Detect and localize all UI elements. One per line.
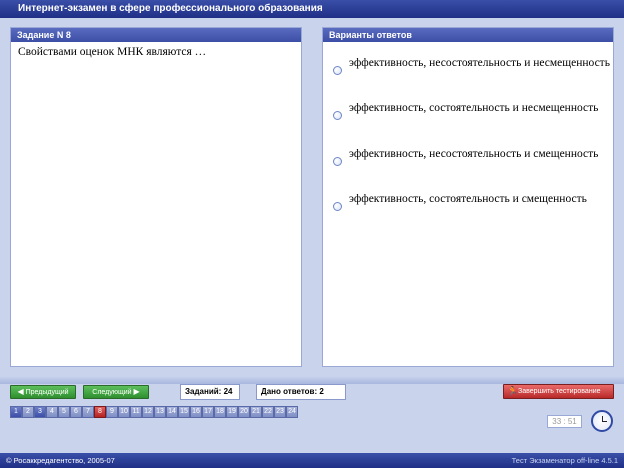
clock-icon — [591, 410, 613, 432]
question-number[interactable]: 4 — [46, 406, 58, 418]
answered-counter: Дано ответов: 2 — [256, 384, 346, 400]
next-button[interactable]: Следующий ▶ — [83, 385, 149, 399]
question-number[interactable]: 14 — [166, 406, 178, 418]
question-number[interactable]: 17 — [202, 406, 214, 418]
footer-bar: © Росаккредагентство, 2005-07 Тест Экзам… — [0, 453, 624, 468]
question-number[interactable]: 7 — [82, 406, 94, 418]
question-number[interactable]: 9 — [106, 406, 118, 418]
question-number[interactable]: 12 — [142, 406, 154, 418]
answer-text: эффективность, состоятельность и смещенн… — [349, 193, 587, 205]
question-number[interactable]: 23 — [274, 406, 286, 418]
answers-panel: Варианты ответов эффективность, несостоя… — [322, 27, 614, 367]
window-title: Интернет-экзамен в сфере профессионально… — [0, 0, 624, 18]
footer-version: Тест Экзаменатор off-line 4.5.1 — [511, 456, 618, 465]
question-panel: Задание N 8 Свойствами оценок МНК являют… — [10, 27, 302, 367]
question-number[interactable]: 5 — [58, 406, 70, 418]
question-number[interactable]: 22 — [262, 406, 274, 418]
question-number[interactable]: 16 — [190, 406, 202, 418]
arrow-right-icon: ▶ — [133, 387, 140, 396]
answer-text: эффективность, несостоятельность и смеще… — [349, 148, 599, 160]
question-number[interactable]: 10 — [118, 406, 130, 418]
question-number-current[interactable]: 8 — [94, 406, 106, 418]
question-text: Свойствами оценок МНК являются … — [18, 46, 207, 58]
question-number[interactable]: 24 — [286, 406, 298, 418]
question-number[interactable]: 2 — [22, 406, 34, 418]
question-number-bar: 1 2 3 4 5 6 7 8 9 10 11 12 13 14 15 16 1… — [10, 406, 298, 418]
question-number[interactable]: 21 — [250, 406, 262, 418]
next-button-label: Следующий — [92, 389, 132, 396]
footer-copyright: © Росаккредагентство, 2005-07 — [6, 456, 115, 465]
toolbar-band — [0, 376, 624, 384]
answered-label: Дано ответов: — [261, 387, 318, 396]
finish-test-button[interactable]: 🏃 Завершить тестирование — [503, 384, 614, 399]
question-number[interactable]: 20 — [238, 406, 250, 418]
answer-text: эффективность, несостоятельность и несме… — [349, 57, 610, 69]
prev-button-label: Предыдущий — [25, 389, 69, 396]
radio-button[interactable] — [333, 66, 342, 75]
question-number[interactable]: 6 — [70, 406, 82, 418]
question-number[interactable]: 3 — [34, 406, 46, 418]
question-number[interactable]: 11 — [130, 406, 142, 418]
answer-text: эффективность, состоятельность и несмеще… — [349, 102, 599, 114]
question-number[interactable]: 18 — [214, 406, 226, 418]
question-number[interactable]: 15 — [178, 406, 190, 418]
arrow-left-icon: ◀ — [17, 387, 24, 396]
prev-button[interactable]: ◀ Предыдущий — [10, 385, 76, 399]
answered-value: 2 — [319, 387, 324, 396]
finish-button-label: Завершить тестирование — [518, 388, 601, 395]
radio-button[interactable] — [333, 202, 342, 211]
tasks-counter: Заданий: 24 — [180, 384, 240, 400]
question-number[interactable]: 13 — [154, 406, 166, 418]
timer-display: 33 : 51 — [547, 415, 582, 428]
question-header: Задание N 8 — [11, 28, 301, 42]
tasks-label: Заданий: — [185, 387, 222, 396]
tasks-value: 24 — [223, 387, 233, 396]
question-number[interactable]: 19 — [226, 406, 238, 418]
radio-button[interactable] — [333, 111, 342, 120]
radio-button[interactable] — [333, 157, 342, 166]
question-number[interactable]: 1 — [10, 406, 22, 418]
answers-header: Варианты ответов — [323, 28, 613, 42]
runner-icon: 🏃 — [507, 386, 519, 396]
